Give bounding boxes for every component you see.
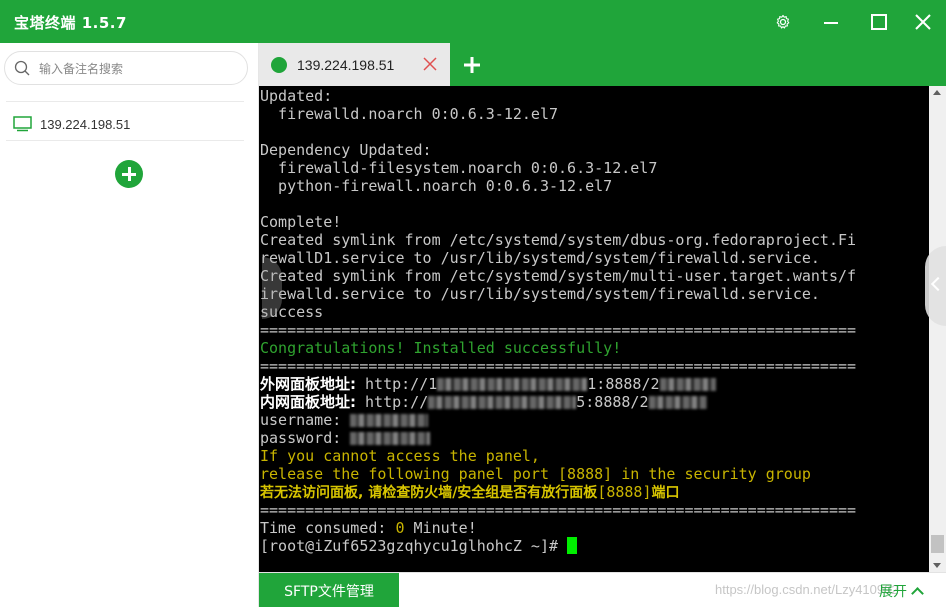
redacted-ip (437, 378, 588, 391)
tab-server[interactable]: 139.224.198.51 (259, 43, 450, 86)
username-label: username: (260, 411, 351, 429)
terminal-line: Updated: (260, 87, 333, 105)
terminal-line-warning: If you cannot access the panel, (260, 447, 540, 465)
add-tab-icon[interactable] (462, 55, 482, 75)
internal-url-suffix: 5:8888/2 (576, 393, 649, 411)
terminal-line: Created symlink from /etc/systemd/system… (260, 267, 857, 285)
terminal-line-warning-cn: 若无法访问面板, 请检查防火墙/安全组是否有放行面板[8888]端口 (259, 483, 929, 501)
terminal-line: rewallD1.service to /usr/lib/systemd/sys… (260, 249, 820, 267)
divider (6, 140, 244, 141)
terminal-line-username: username: (259, 411, 929, 429)
watermark: https://blog.csdn.net/Lzy410992 (715, 582, 899, 597)
search-input[interactable] (39, 59, 239, 79)
search-box[interactable] (4, 51, 248, 85)
gear-icon (776, 14, 790, 29)
external-url-prefix: http://1 (356, 375, 438, 393)
scroll-up-arrow-icon[interactable] (933, 90, 941, 95)
terminal-line: firewalld-filesystem.noarch 0:0.6.3-12.e… (260, 159, 658, 177)
warning-cn-suffix: 端口 (651, 485, 680, 501)
password-label: password: (260, 429, 351, 447)
terminal-line: Created symlink from /etc/systemd/system… (260, 231, 857, 249)
bottom-bar: SFTP文件管理 https://blog.csdn.net/Lzy410992… (259, 572, 946, 607)
redacted-path (659, 378, 716, 391)
terminal-line: python-firewall.noarch 0:0.6.3-12.el7 (260, 177, 613, 195)
terminal-output[interactable]: Updated: firewalld.noarch 0:0.6.3-12.el7… (259, 86, 929, 572)
divider (6, 101, 244, 102)
tab-close-icon[interactable] (422, 56, 438, 72)
connection-status-icon (271, 56, 287, 73)
server-item-label: 139.224.198.51 (40, 116, 131, 132)
close-icon (915, 13, 931, 30)
terminal-line-external-address: 外网面板地址: http://1 1:8888/2 (259, 375, 929, 393)
redacted-password (350, 432, 431, 445)
terminal-separator: ========================================… (260, 357, 857, 375)
warning-cn-text: 若无法访问面板, 请检查防火墙/安全组是否有放行面板 (260, 485, 598, 501)
internal-address-label: 内网面板地址: (260, 393, 356, 411)
terminal-line-time: Time consumed: 0 Minute! (259, 519, 929, 537)
redacted-path (648, 396, 707, 409)
settings-button[interactable] (760, 0, 806, 43)
expand-button[interactable]: 展开 (879, 581, 924, 601)
tab-bar: 139.224.198.51 (259, 43, 946, 86)
add-server-button[interactable] (115, 160, 143, 188)
terminal-line-warning: release the following panel port [8888] … (260, 465, 811, 483)
terminal-line: Dependency Updated: (260, 141, 432, 159)
minimize-button[interactable] (808, 0, 854, 43)
terminal-line: irewalld.service to /usr/lib/systemd/sys… (260, 285, 820, 303)
time-label: Time consumed: (260, 519, 396, 537)
close-button[interactable] (900, 0, 946, 43)
terminal-scrollbar[interactable] (929, 86, 946, 572)
minimize-icon (824, 21, 838, 24)
terminal-line: firewalld.noarch 0:0.6.3-12.el7 (260, 105, 559, 123)
server-list-item[interactable]: 139.224.198.51 (6, 109, 244, 139)
scroll-down-arrow-icon[interactable] (933, 563, 941, 568)
terminal-separator: ========================================… (260, 321, 857, 339)
redacted-username (350, 414, 429, 427)
chevron-up-icon (911, 587, 924, 600)
time-unit: Minute! (404, 519, 477, 537)
scrollbar-thumb[interactable] (931, 535, 944, 553)
maximize-icon (871, 13, 887, 30)
internal-url-prefix: http:// (356, 393, 429, 411)
shell-prompt: [root@iZuf6523gzqhycu1glhohcZ ~]# (260, 537, 568, 555)
chevron-left-icon (930, 276, 946, 292)
install-success-message: Congratulations! Installed successfully! (260, 339, 622, 357)
terminal-line-internal-address: 内网面板地址: http:// 5:8888/2 (259, 393, 929, 411)
external-url-suffix: 1:8888/2 (587, 375, 660, 393)
sftp-file-manager-button[interactable]: SFTP文件管理 (259, 573, 399, 607)
terminal-line: success (260, 303, 324, 321)
sidebar: 139.224.198.51 (0, 43, 259, 607)
terminal-line-password: password: (259, 429, 929, 447)
terminal-separator: ========================================… (260, 501, 857, 519)
redacted-ip (428, 396, 577, 409)
title-bar: 宝塔终端 1.5.7 (0, 0, 946, 43)
maximize-button[interactable] (856, 0, 902, 43)
terminal-cursor (567, 537, 578, 554)
warning-cn-port: [8888] (597, 483, 652, 501)
tab-label: 139.224.198.51 (297, 56, 395, 73)
time-value: 0 (395, 519, 405, 537)
expand-right-panel-handle[interactable] (925, 246, 946, 326)
search-icon (14, 60, 30, 76)
terminal-line: Complete! (260, 213, 342, 231)
expand-label: 展开 (879, 584, 907, 600)
monitor-icon (13, 116, 32, 132)
terminal-prompt-line[interactable]: [root@iZuf6523gzqhycu1glhohcZ ~]# (259, 537, 929, 555)
app-title: 宝塔终端 1.5.7 (14, 14, 127, 32)
external-address-label: 外网面板地址: (260, 375, 356, 393)
